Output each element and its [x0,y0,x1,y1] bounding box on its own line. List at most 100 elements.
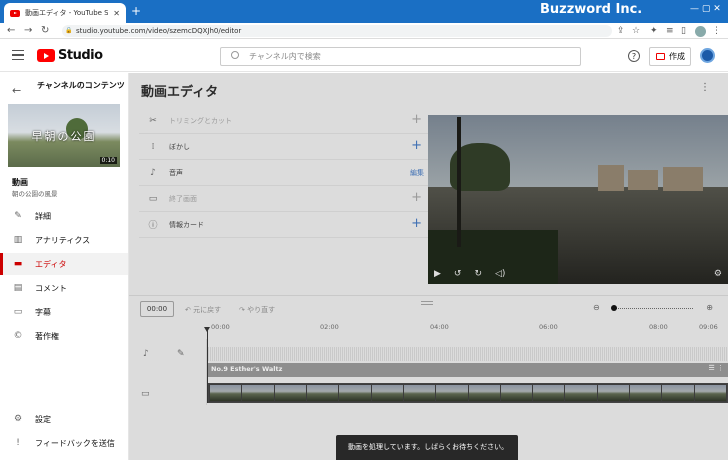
reload-icon[interactable]: ↻ [41,25,49,36]
sidepanel-icon[interactable]: ▯ [681,26,686,36]
tool-end-screen[interactable]: ▭ 終了画面 + [139,186,428,212]
zoom-knob[interactable] [611,305,617,311]
new-tab-button[interactable]: + [131,4,141,18]
video-track-icon: ▭ [141,389,150,399]
create-button[interactable]: 作成 [649,47,691,66]
window-controls[interactable]: — ▢ ✕ [690,4,721,14]
add-end-screen-button[interactable]: + [411,190,422,205]
sidebar-item-label: 字幕 [35,307,51,317]
sidebar-item-label: コメント [35,283,67,293]
processing-toast: 動画を処理しています。しばらくお待ちください。 [336,435,518,460]
sidebar-item-analytics[interactable]: ▥ アナリティクス [0,229,128,251]
rewind-icon[interactable]: ↺ [454,269,462,279]
video-frame [339,385,371,401]
video-frame [306,385,339,401]
video-frame [533,385,565,401]
account-avatar[interactable] [700,48,715,63]
timeline-tracks: ♪ ✎ ▭ No.9 Esther's Waltz ☰ ⋮ [129,339,728,405]
tab-close-icon[interactable]: ✕ [113,9,120,18]
video-frame [210,385,242,401]
music-note-icon[interactable]: ♪ [143,349,149,359]
timeline-playhead[interactable] [204,327,210,403]
forward-icon[interactable]: ↻ [474,269,482,279]
studio-brand[interactable]: Studio [58,48,103,63]
tool-label: 情報カード [169,220,204,229]
video-track[interactable] [208,383,728,403]
player-settings-icon[interactable]: ⚙ [714,269,722,279]
browser-profile-avatar[interactable] [695,26,706,37]
zoom-in-icon[interactable]: ⊕ [706,303,713,312]
sidebar-item-settings[interactable]: ⚙ 設定 [0,408,128,430]
extensions-icon[interactable]: ✦ [650,26,658,36]
hamburger-menu-icon[interactable] [12,50,24,60]
zoom-slider[interactable]: ⊖ ⊕ [593,303,713,314]
youtube-logo-icon[interactable] [37,49,55,62]
tool-blur[interactable]: ⁞ ぼかし + [139,134,428,160]
sidebar-item-editor[interactable]: ▬ エディタ [0,253,128,275]
video-preview[interactable]: ▶ ↺ ↻ ◁) ⚙ [428,115,728,284]
forward-arrow-icon[interactable]: → [24,25,32,36]
preview-lamp-pole [457,117,461,247]
ruler-tick: 00:00 [211,323,230,331]
music-note-icon: ♪ [150,167,156,178]
add-trim-button[interactable]: + [411,112,422,127]
help-icon[interactable]: ? [628,50,640,62]
editor-icon: ▬ [13,259,23,269]
scissors-icon: ✂ [149,115,157,126]
sidebar-item-label: アナリティクス [35,235,91,245]
play-icon[interactable]: ▶ [434,269,441,279]
comment-icon: ▤ [13,283,23,293]
sidebar-item-feedback[interactable]: ! フィードバックを送信 [0,432,128,454]
preview-building [598,165,624,191]
zoom-out-icon[interactable]: ⊖ [593,303,600,312]
sidebar-item-copyright[interactable]: © 著作権 [0,325,128,347]
sidebar: ← チャンネルのコンテンツ 早朝の公園 0:10 動画 朝の公園の風景 ✎ 詳細… [0,73,129,460]
browser-tab[interactable]: 動画エディタ - YouTube Studio ✕ [4,3,126,23]
tool-trim[interactable]: ✂ トリミングとカット + [139,108,428,134]
preview-building [663,167,703,191]
redo-button[interactable]: ↷ やり直す [239,305,275,315]
channel-search-input[interactable]: チャンネル内で検索 [220,47,581,66]
sidebar-item-details[interactable]: ✎ 詳細 [0,205,128,227]
volume-icon[interactable]: ◁) [495,269,505,279]
sidebar-item-label: フィードバックを送信 [35,438,115,448]
redo-label: やり直す [247,306,276,314]
browser-tab-bar: 動画エディタ - YouTube Studio ✕ + Buzzword Inc… [0,0,728,23]
sidebar-item-label: エディタ [35,259,67,269]
audio-clip-menu-icon[interactable]: ☰ ⋮ [708,364,724,372]
add-info-card-button[interactable]: + [411,216,422,231]
resize-handle-icon[interactable] [421,301,433,305]
video-thumbnail[interactable]: 早朝の公園 0:10 [8,104,120,167]
tool-label: トリミングとカット [169,116,232,125]
back-arrow-icon[interactable]: ← [7,25,15,36]
reading-list-icon[interactable]: ≡ [666,26,674,36]
audio-track-name: No.9 Esther's Waltz [211,365,283,373]
tool-info-cards[interactable]: ⓘ 情報カード + [139,212,428,238]
feedback-icon: ! [16,438,20,448]
analytics-icon: ▥ [13,235,23,245]
sidebar-item-subtitles[interactable]: ▭ 字幕 [0,301,128,323]
tool-label: 音声 [169,168,183,177]
sidebar-item-comments[interactable]: ▤ コメント [0,277,128,299]
channel-content-title[interactable]: チャンネルのコンテンツ [37,81,125,91]
pencil-icon[interactable]: ✎ [177,349,185,359]
tool-label: 終了画面 [169,194,197,203]
zoom-track [613,308,693,309]
sidebar-item-label: 著作権 [35,331,59,341]
bookmark-star-icon[interactable]: ☆ [632,26,640,36]
url-field[interactable]: studio.youtube.com/video/szemcDQXJh0/edi… [62,25,612,37]
edit-audio-button[interactable]: 編集 [410,168,424,178]
ruler-tick: 08:00 [649,323,668,331]
gear-icon: ⚙ [13,414,23,424]
back-arrow-icon[interactable]: ← [12,84,21,97]
browser-menu-icon[interactable]: ⋮ [712,26,721,36]
add-blur-button[interactable]: + [411,138,422,153]
sidebar-item-label: 詳細 [35,211,51,221]
more-options-icon[interactable]: ⋮ [700,82,710,93]
timecode-field[interactable]: 00:00 [140,301,174,317]
share-icon[interactable]: ⇪ [617,26,625,36]
undo-button[interactable]: ↶ 元に戻す [185,305,221,315]
audio-track-clip[interactable]: No.9 Esther's Waltz ☰ ⋮ [208,363,728,377]
tool-audio[interactable]: ♪ 音声 編集 [139,160,428,186]
youtube-favicon-icon [10,9,20,17]
